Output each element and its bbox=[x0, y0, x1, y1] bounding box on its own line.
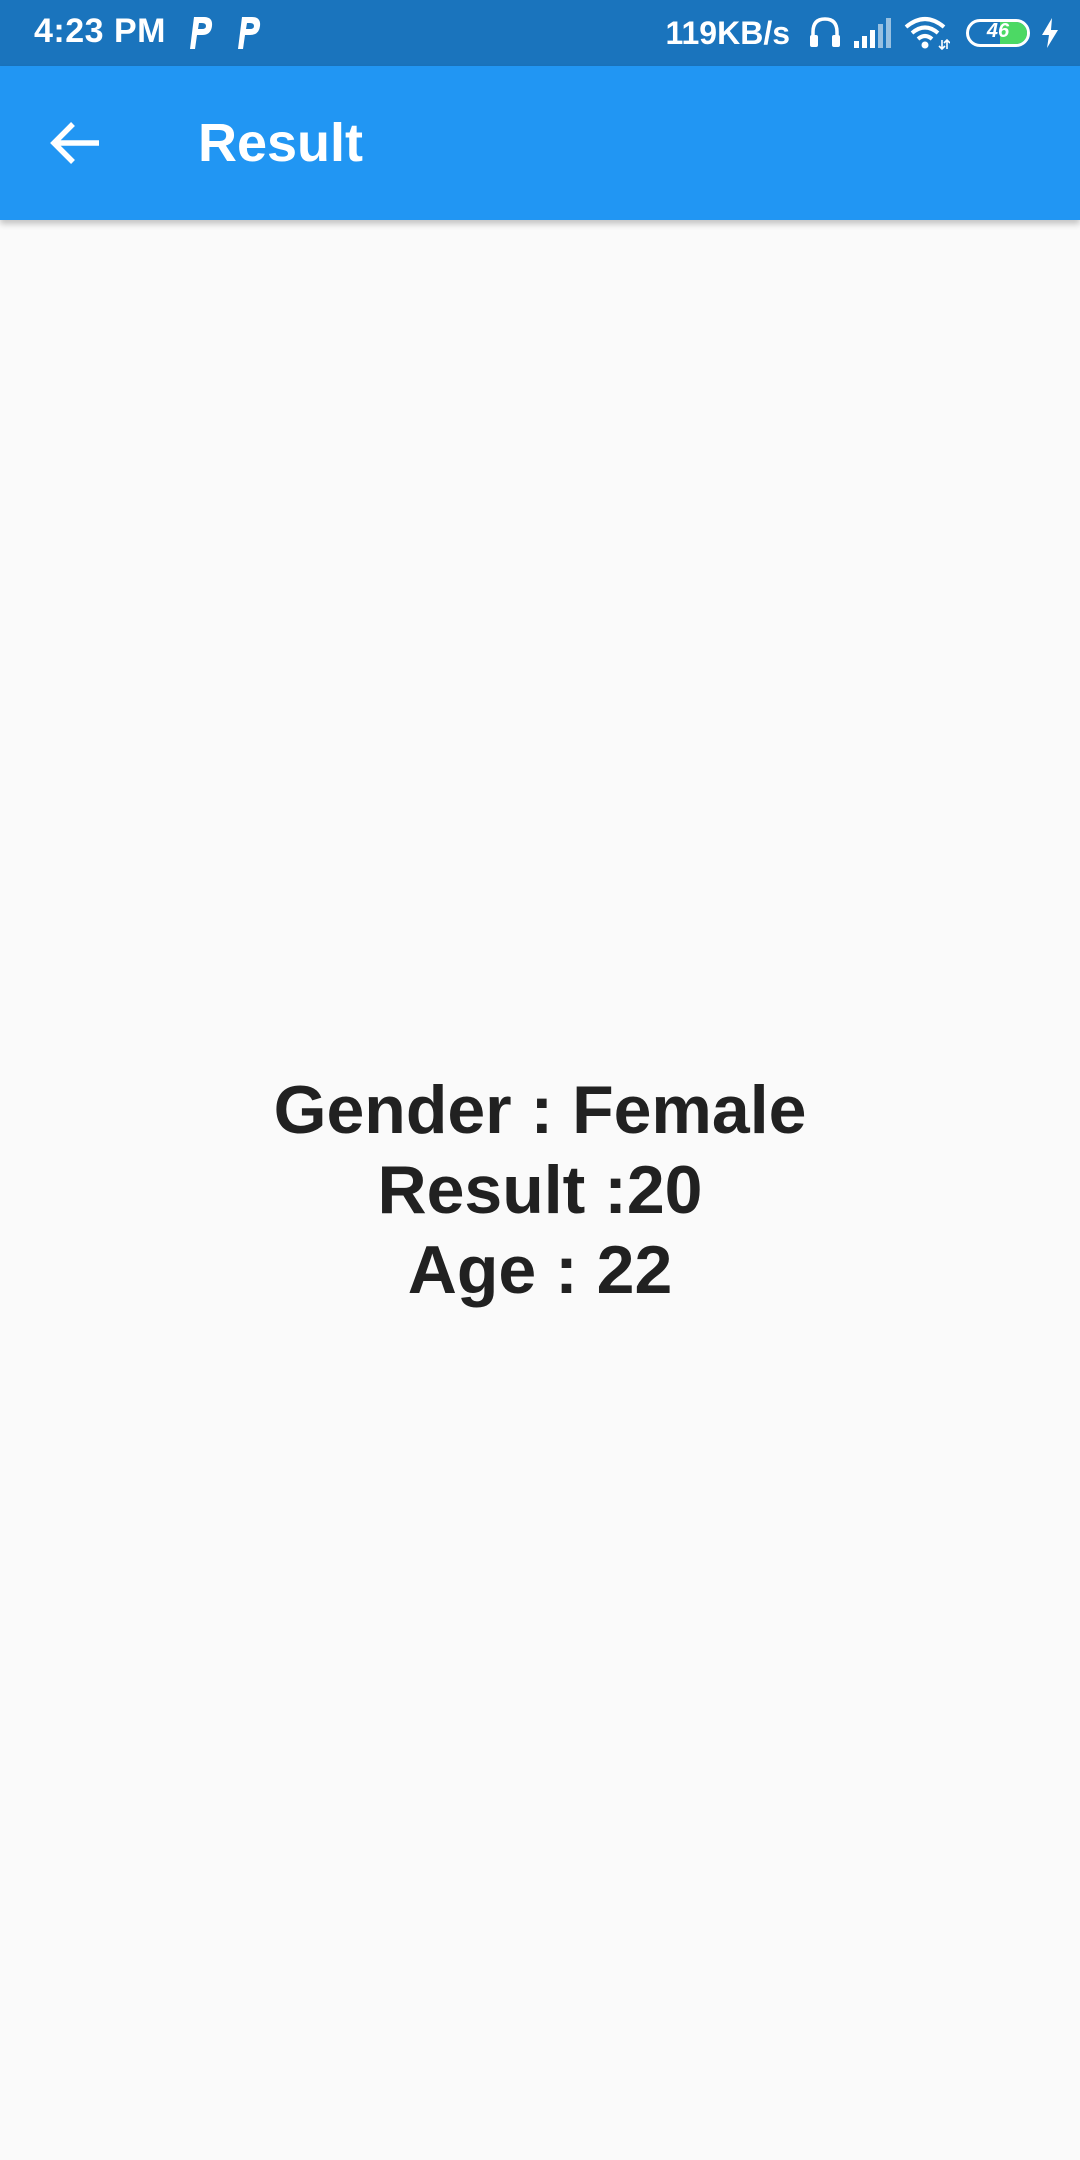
gender-text: Gender : Female bbox=[273, 1072, 807, 1148]
page-title: Result bbox=[198, 113, 364, 173]
network-speed: 119KB/s bbox=[665, 14, 790, 51]
wifi-icon bbox=[904, 17, 950, 50]
charging-icon bbox=[1042, 18, 1058, 48]
parking-notification-icon bbox=[238, 17, 261, 49]
parking-notification-icon bbox=[190, 17, 213, 49]
arrow-left-icon bbox=[50, 122, 99, 164]
result-text: Result :20 bbox=[377, 1152, 703, 1228]
app-bar: Result bbox=[0, 66, 1080, 220]
signal-icon bbox=[854, 18, 891, 48]
age-text: Age : 22 bbox=[407, 1232, 673, 1308]
status-time: 4:23 PM bbox=[34, 12, 166, 50]
back-button[interactable] bbox=[36, 103, 116, 183]
result-content: Gender : Female Result :20 Age : 22 bbox=[0, 220, 1080, 2160]
battery-icon: 46 bbox=[966, 19, 1030, 47]
headset-icon bbox=[810, 17, 840, 47]
status-icons: 119KB/s 46 bbox=[665, 0, 1060, 66]
battery-level: 46 bbox=[986, 20, 1010, 42]
status-bar: 4:23 PM 119KB/s 46 bbox=[0, 0, 1080, 66]
